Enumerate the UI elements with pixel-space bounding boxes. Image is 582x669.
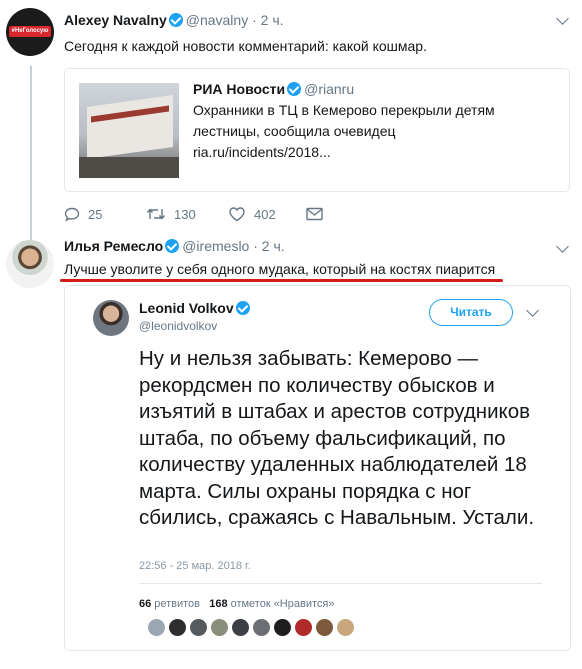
red-underline-annotation	[60, 279, 503, 282]
verified-icon	[235, 301, 250, 315]
quoted-handle[interactable]: @leonidvolkov	[139, 319, 217, 333]
liker-avatar[interactable]	[211, 619, 228, 636]
reply-count: 25	[88, 207, 103, 222]
avatar[interactable]	[93, 300, 129, 336]
avatar-badge: #НеГолосую	[9, 26, 51, 37]
tweet-text: Лучше уволите у себя одного мудака, кото…	[64, 261, 496, 277]
divider	[139, 583, 542, 584]
card-source: РИА Новости	[193, 81, 286, 97]
retweet-count: 130	[174, 207, 196, 222]
like-count: 402	[254, 207, 276, 222]
link-card[interactable]: РИА Новости @rianru Охранники в ТЦ в Кеме…	[64, 68, 570, 192]
card-handle: @rianru	[304, 81, 355, 97]
card-line: Охранники в ТЦ в Кемерово перекрыли детя…	[193, 102, 495, 118]
verified-icon	[168, 13, 183, 27]
liker-avatar[interactable]	[232, 619, 249, 636]
retweet-icon	[146, 208, 166, 220]
author-name[interactable]: Alexey Navalny	[64, 12, 167, 28]
chevron-down-icon[interactable]	[526, 304, 539, 317]
card-thumbnail	[79, 83, 179, 178]
like-button[interactable]: 402	[228, 206, 276, 222]
quoted-timestamp[interactable]: 22:56 - 25 мар. 2018 г.	[139, 560, 251, 572]
envelope-icon	[306, 207, 323, 221]
likes-count[interactable]: 168	[209, 598, 227, 610]
liker-avatar[interactable]	[169, 619, 186, 636]
author-handle[interactable]: @iremeslo	[182, 238, 249, 254]
follow-button[interactable]: Читать	[429, 299, 513, 326]
reply-icon	[64, 207, 80, 222]
liker-avatar[interactable]	[337, 619, 354, 636]
author-handle[interactable]: @navalny	[186, 12, 248, 28]
liker-avatar[interactable]	[316, 619, 333, 636]
quoted-stats: 66 ретвитов 168 отметок «Нравится»	[139, 598, 334, 610]
retweets-label[interactable]: ретвитов	[154, 598, 200, 610]
card-link: ria.ru/incidents/2018...	[193, 144, 331, 160]
retweet-button[interactable]: 130	[146, 206, 196, 222]
avatar[interactable]	[6, 240, 54, 288]
quoted-tweet[interactable]: Leonid Volkov @leonidvolkov Читать Ну и …	[64, 285, 571, 651]
quoted-author[interactable]: Leonid Volkov	[139, 300, 253, 316]
tweet-text: Сегодня к каждой новости комментарий: ка…	[64, 38, 427, 54]
avatar[interactable]: #НеГолосую	[6, 8, 54, 56]
message-button[interactable]	[306, 206, 331, 221]
liker-avatar[interactable]	[190, 619, 207, 636]
retweets-count[interactable]: 66	[139, 598, 151, 610]
reply-button[interactable]: 25	[64, 206, 102, 222]
chevron-down-icon[interactable]	[556, 12, 569, 25]
liker-avatar[interactable]	[274, 619, 291, 636]
card-line: лестницы, сообщила очевидец	[193, 123, 396, 139]
heart-icon	[229, 207, 245, 222]
liker-avatar[interactable]	[295, 619, 312, 636]
verified-icon	[287, 82, 302, 96]
quoted-text: Ну и нельзя забывать: Кемерово — рекордс…	[139, 347, 535, 529]
author-name[interactable]: Илья Ремесло	[64, 238, 163, 254]
liker-avatar[interactable]	[253, 619, 270, 636]
tweet-time[interactable]: · 2 ч.	[253, 238, 284, 254]
verified-icon	[165, 239, 180, 253]
chevron-down-icon[interactable]	[556, 240, 569, 253]
tweet-time[interactable]: · 2 ч.	[252, 12, 283, 28]
likes-label[interactable]: отметок «Нравится»	[231, 598, 335, 610]
tweet-navalny[interactable]: #НеГолосую Alexey Navalny @navalny · 2 ч.…	[0, 0, 582, 236]
liker-avatar[interactable]	[148, 619, 165, 636]
